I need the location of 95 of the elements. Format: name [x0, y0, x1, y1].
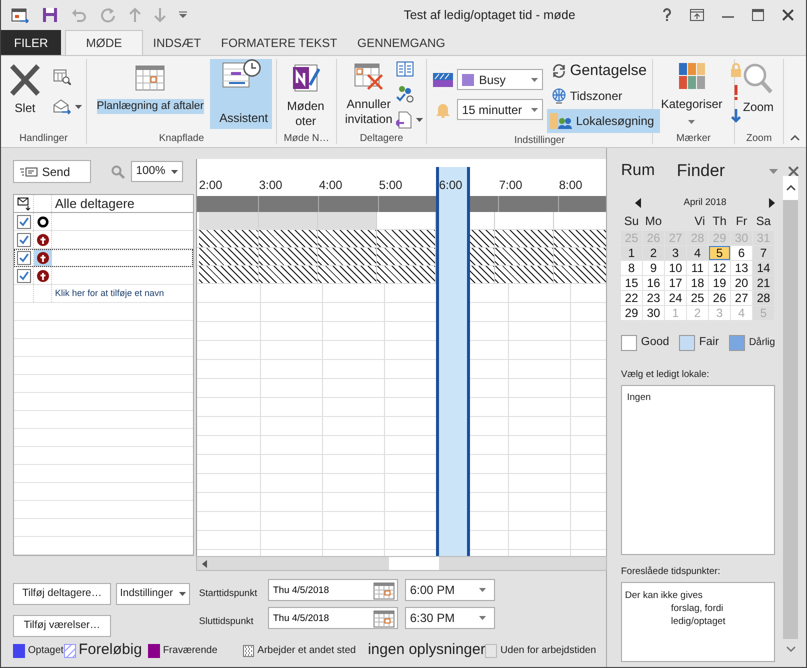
scheduling-button[interactable]: Planlægning af aftaler	[91, 59, 210, 116]
calendar-day[interactable]: 20	[731, 276, 752, 290]
reminder-dropdown[interactable]: 15 minutter	[457, 99, 543, 120]
ribbon-tab[interactable]: INDSÆT	[143, 30, 211, 55]
calendar-day[interactable]: 3	[665, 246, 686, 260]
calendar-day[interactable]: 4	[687, 246, 708, 260]
weekday-label: Th	[711, 214, 728, 230]
group-label: Møde N…	[282, 132, 330, 144]
calendar-day[interactable]: 17	[665, 276, 686, 290]
calendar-day[interactable]: 15	[621, 276, 642, 290]
ribbon-tab[interactable]: FORMATERE TEKST	[211, 30, 348, 55]
room-list[interactable]: Ingen	[621, 384, 775, 555]
room-item[interactable]: Ingen	[627, 390, 769, 405]
legend-label: Fraværende	[162, 644, 218, 658]
quality-label: Dårlig	[748, 336, 776, 350]
time-label: 5:00	[379, 177, 404, 194]
ribbon-tab[interactable]: GENNEMGANG	[347, 30, 456, 55]
weekday-label: Mo	[644, 214, 663, 230]
calendar-day[interactable]: 13	[731, 261, 752, 276]
weekday-label: Vi	[694, 214, 706, 230]
calendar-day[interactable]: 25	[687, 291, 708, 306]
room-finder-button[interactable]: Lokalesøgning	[547, 108, 660, 132]
send-button[interactable]: Send	[13, 160, 91, 183]
calendar-day[interactable]: 2	[643, 246, 664, 260]
time-label: 8:00	[559, 177, 584, 194]
suggestion-text: forslag, fordi	[670, 602, 724, 615]
field-label: Starttidspunkt	[199, 587, 258, 601]
calendar-day[interactable]: 9	[643, 261, 664, 276]
calendar-day[interactable]: 14	[753, 261, 774, 276]
calendar-day[interactable]: 5	[709, 246, 730, 260]
month-label: April 2018	[684, 196, 726, 210]
calendar-day[interactable]: 30	[643, 306, 664, 320]
legend-label: Arbejder et andet sted	[257, 644, 356, 658]
group-label: Mærker	[675, 132, 712, 144]
calendar-day[interactable]: 7	[753, 246, 774, 260]
time-label: 2:00	[199, 177, 224, 194]
calendar-day[interactable]: 1	[621, 246, 642, 260]
calendar-day[interactable]: 19	[709, 276, 730, 290]
time-label: 6:00	[439, 177, 464, 194]
column-header: Alle deltagere	[54, 195, 134, 213]
legend-label: Optaget	[28, 644, 64, 658]
suggestion-text: Der kan ikke gives	[625, 589, 704, 602]
section-label: Foreslåede tidspunkter:	[621, 564, 722, 579]
legend-label: ingen oplysninger	[368, 640, 486, 660]
calendar-day[interactable]: 22	[621, 291, 642, 306]
calendar-day[interactable]: 10	[665, 261, 686, 276]
time-label: 4:00	[319, 177, 344, 194]
quality-label: Fair	[699, 335, 719, 350]
group-label: Zoom	[745, 132, 773, 144]
quality-label: Good	[641, 335, 670, 350]
calendar-day[interactable]: 28	[753, 291, 774, 306]
group-label: Knapflade	[158, 132, 206, 144]
legend-label: Foreløbig	[78, 640, 142, 660]
field-label: Sluttidspunkt	[199, 615, 254, 630]
calendar-day[interactable]: 11	[687, 261, 708, 276]
calendar-day[interactable]: 29	[621, 306, 642, 320]
add-attendees-button[interactable]: Tilføj deltagere…	[13, 583, 111, 605]
group-label: Indstillinger	[513, 134, 566, 146]
time-label: 3:00	[259, 177, 284, 194]
assistant-button[interactable]: Assistent	[210, 59, 272, 129]
pane-title: Finder	[676, 160, 726, 182]
calendar-day[interactable]: 6	[731, 246, 752, 260]
group-label: Handlinger	[18, 132, 69, 144]
calendar-day[interactable]: 26	[709, 291, 730, 306]
weekday-label: Su	[623, 214, 640, 230]
cancel-invitation-button[interactable]: Annuller invitation	[341, 59, 396, 129]
time-dropdown[interactable]: 6:00 PM	[405, 579, 495, 602]
time-label: 7:00	[499, 177, 524, 194]
zoom-button[interactable]: Zoom	[739, 59, 778, 117]
weekday-label: Fr	[734, 214, 748, 230]
pane-title: Rum	[621, 161, 655, 181]
calendar-day[interactable]: 18	[687, 276, 708, 290]
calendar-day[interactable]: 27	[731, 291, 752, 306]
section-label: Vælg et ledigt lokale:	[621, 368, 710, 382]
calendar-day[interactable]: 16	[643, 276, 664, 290]
add-rooms-button[interactable]: Tilføj værelser…	[13, 615, 111, 637]
add-name-field[interactable]: Klik her for at tilføje et navn	[52, 286, 164, 300]
weekday-label: Sa	[755, 214, 772, 230]
options-dropdown-button[interactable]: Indstillinger	[116, 583, 190, 605]
suggestion-text: ledig/optaget	[670, 615, 726, 628]
meeting-notes-button[interactable]: Møden oter	[283, 59, 328, 131]
time-dropdown[interactable]: 6:30 PM	[405, 607, 495, 630]
ribbon-tab[interactable]: MØDE	[65, 30, 143, 55]
show-as-dropdown[interactable]: Busy	[457, 69, 543, 90]
group-label: Deltagere	[358, 132, 404, 144]
delete-button[interactable]: Slet	[5, 59, 45, 118]
zoom-dropdown[interactable]: 100%	[131, 161, 183, 182]
file-tab[interactable]: FILER	[1, 30, 61, 55]
calendar-day[interactable]: 24	[665, 291, 686, 306]
calendar-day[interactable]: 12	[709, 261, 730, 276]
calendar-day[interactable]: 23	[643, 291, 664, 306]
calendar-day[interactable]: 8	[621, 261, 642, 276]
calendar-day[interactable]: 21	[753, 276, 774, 290]
legend-label: Uden for arbejdstiden	[500, 644, 596, 658]
window-title: Test af ledig/optaget tid - møde	[402, 6, 576, 24]
